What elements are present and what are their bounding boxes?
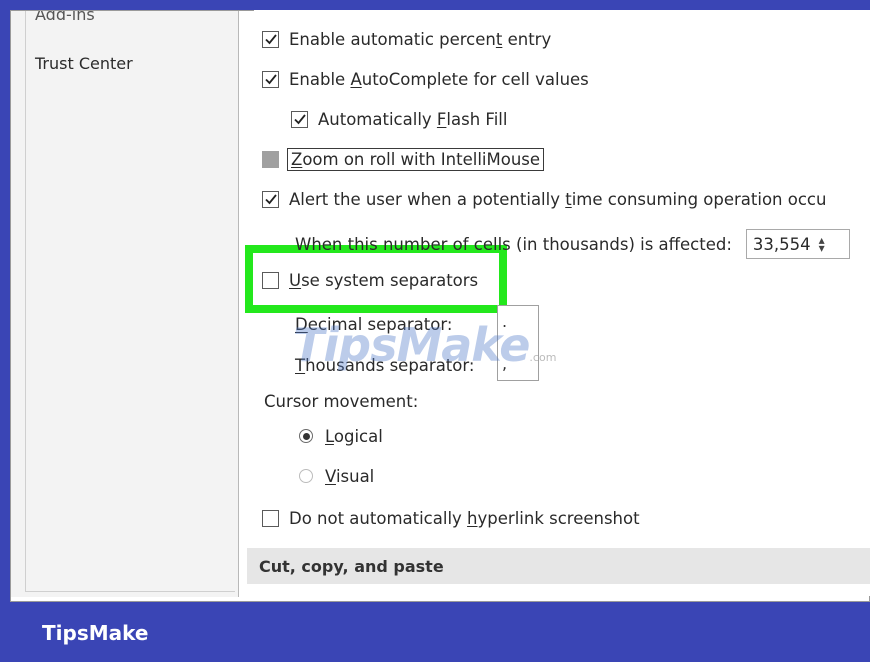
checkmark-icon [293, 114, 306, 125]
sidebar-item-add-ins[interactable]: Add-ins [35, 11, 95, 24]
alert-label: Alert the user when a potentially time c… [289, 189, 827, 209]
system-separators-label: Use system separators [289, 270, 479, 290]
cells-affected-value: 33,554 [752, 234, 811, 254]
percent-entry-checkbox[interactable] [262, 30, 279, 48]
hyperlink-checkbox[interactable] [262, 509, 279, 527]
brand-logo: TipsMake [42, 621, 149, 645]
visual-label: Visual [325, 466, 375, 486]
thousands-separator-input[interactable]: , [502, 354, 507, 373]
cells-affected-spinner[interactable]: 33,554 ▴ ▾ [745, 229, 850, 259]
checkmark-icon [264, 74, 277, 85]
option-visual[interactable]: Visual [299, 463, 374, 489]
options-sidebar: Add-ins Trust Center [11, 11, 239, 597]
thousands-separator-label: Thousands separator: [295, 355, 475, 375]
decimal-separator-input[interactable]: . [502, 312, 507, 331]
option-flash-fill[interactable]: Automatically Flash Fill [291, 106, 507, 132]
visual-radio[interactable] [299, 469, 313, 483]
option-autocomplete[interactable]: Enable AutoComplete for cell values [262, 66, 589, 92]
cells-affected-label: When this number of cells (in thousands)… [295, 234, 732, 254]
top-border [0, 0, 870, 10]
option-hyperlink[interactable]: Do not automatically hyperlink screensho… [262, 505, 640, 531]
decimal-separator-label: Decimal separator: [295, 314, 453, 334]
alert-checkbox[interactable] [262, 190, 279, 208]
zoom-roll-checkbox[interactable] [262, 150, 279, 168]
flash-fill-checkbox[interactable] [291, 110, 308, 128]
sidebar-item-trust-center[interactable]: Trust Center [35, 54, 133, 73]
section-cut-copy-paste: Cut, copy, and paste [247, 548, 870, 584]
sidebar-list [25, 11, 235, 592]
option-alert[interactable]: Alert the user when a potentially time c… [262, 186, 826, 212]
option-cells-affected: When this number of cells (in thousands)… [295, 229, 850, 259]
option-logical[interactable]: Logical [299, 423, 383, 449]
logical-label: Logical [325, 426, 383, 446]
autocomplete-checkbox[interactable] [262, 70, 279, 88]
option-system-separators[interactable]: Use system separators [262, 267, 478, 293]
spinner-arrows-icon[interactable]: ▴ ▾ [819, 234, 825, 254]
separator-inputs: . , [497, 305, 539, 381]
option-zoom-roll[interactable]: Zoom on roll with IntelliMouse [262, 146, 545, 172]
percent-entry-label: Enable automatic percent entry [289, 29, 552, 49]
zoom-roll-label: Zoom on roll with IntelliMouse [287, 147, 545, 171]
flash-fill-label: Automatically Flash Fill [318, 109, 508, 129]
cursor-movement-heading: Cursor movement: [264, 391, 419, 411]
option-thousands-separator: Thousands separator: [295, 352, 474, 378]
option-decimal-separator: Decimal separator: [295, 311, 452, 337]
section-title: Cut, copy, and paste [259, 556, 444, 576]
option-percent-entry[interactable]: Enable automatic percent entry [262, 26, 551, 52]
autocomplete-label: Enable AutoComplete for cell values [289, 69, 589, 89]
system-separators-checkbox[interactable] [262, 271, 279, 289]
hyperlink-label: Do not automatically hyperlink screensho… [289, 508, 640, 528]
checkmark-icon [264, 194, 277, 205]
logical-radio[interactable] [299, 429, 313, 443]
checkmark-icon [264, 34, 277, 45]
